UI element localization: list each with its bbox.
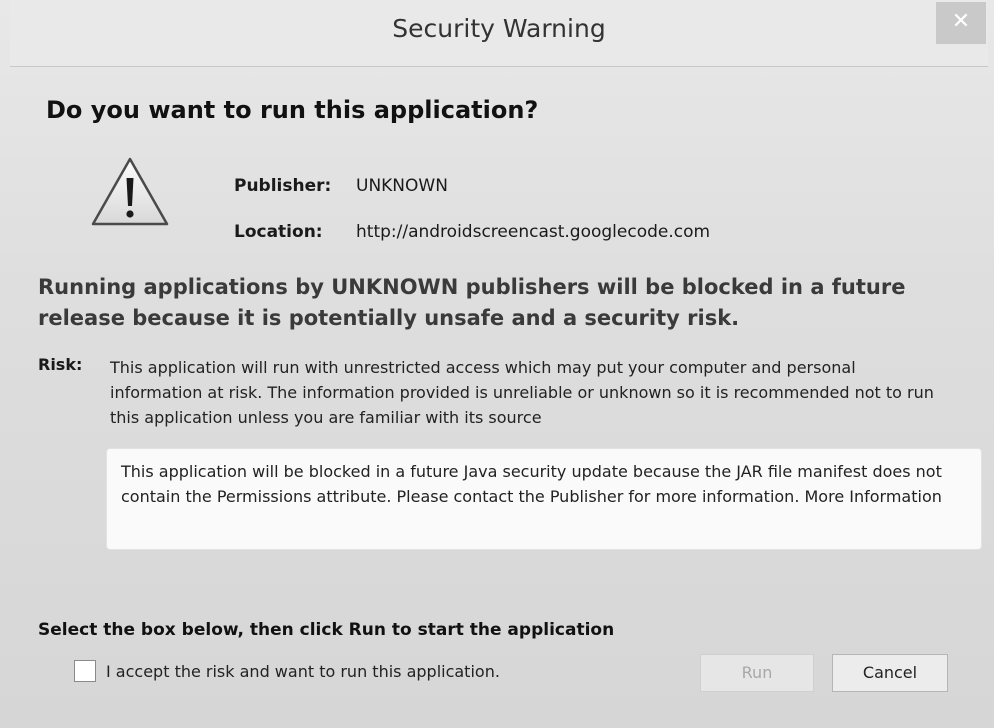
info-box: This application will be blocked in a fu…	[106, 448, 982, 550]
cancel-button[interactable]: Cancel	[832, 654, 948, 692]
close-icon: ✕	[951, 9, 971, 34]
more-information-link[interactable]: More Information	[805, 487, 942, 506]
risk-label: Risk:	[38, 355, 83, 374]
location-value: http://androidscreencast.googlecode.com	[356, 222, 711, 242]
risk-text: This application will run with unrestric…	[110, 358, 934, 427]
dialog-heading: Do you want to run this application?	[46, 96, 539, 124]
window-title: Security Warning	[392, 14, 606, 43]
security-warning-dialog: Security Warning ✕ Do you want to run th…	[0, 0, 994, 728]
accept-risk-checkbox[interactable]	[74, 660, 96, 682]
title-bar: Security Warning	[10, 0, 988, 67]
publisher-value: UNKNOWN	[356, 176, 448, 196]
location-label: Location:	[234, 222, 323, 242]
run-button[interactable]: Run	[700, 654, 814, 692]
publisher-label: Publisher:	[234, 176, 332, 196]
close-button[interactable]: ✕	[936, 2, 986, 44]
warning-icon	[90, 156, 170, 228]
instructions-text: Select the box below, then click Run to …	[38, 620, 615, 640]
location-row: Location: http://androidscreencast.google…	[234, 222, 710, 242]
blocking-notice: Running applications by UNKNOWN publishe…	[38, 275, 906, 330]
publisher-row: Publisher: UNKNOWN	[234, 176, 448, 196]
accept-risk-label[interactable]: I accept the risk and want to run this a…	[106, 662, 500, 681]
